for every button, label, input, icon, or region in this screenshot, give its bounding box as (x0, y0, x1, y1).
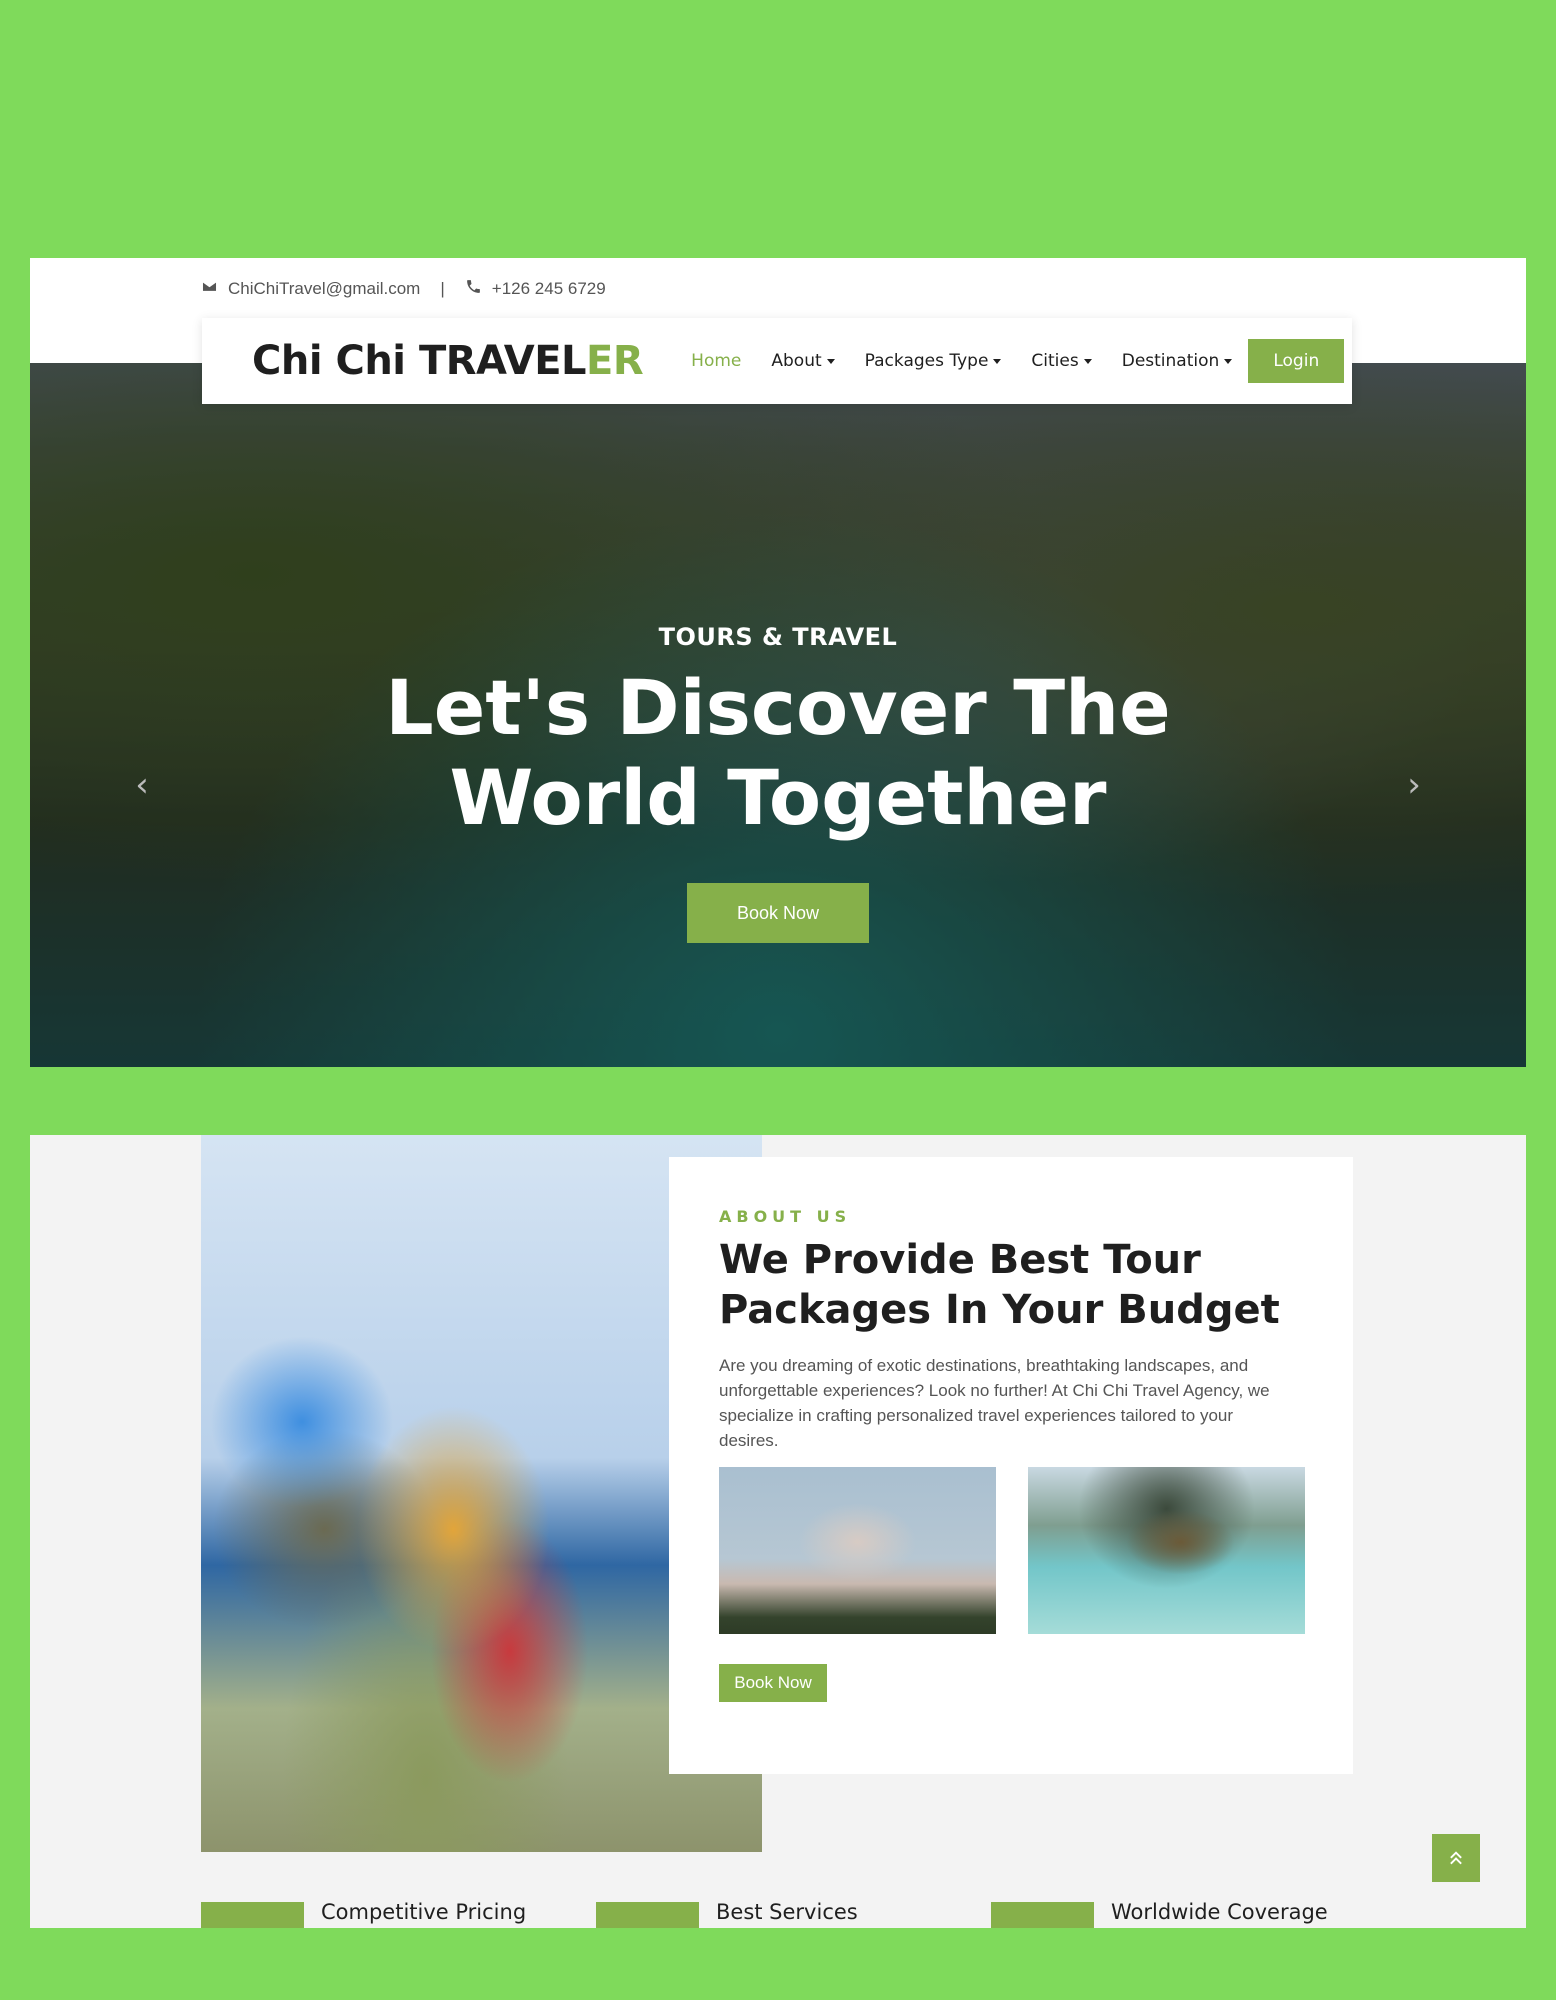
topbar: ChiChiTravel@gmail.com | +126 245 6729 (201, 276, 606, 302)
nav-item-packages-type[interactable]: Packages Type (865, 351, 1002, 371)
nav-item-label: Destination (1121, 351, 1220, 371)
about-card: ABOUT US We Provide Best Tour Packages I… (669, 1157, 1353, 1774)
boat-beach-image (1028, 1467, 1305, 1634)
about-section: ABOUT US We Provide Best Tour Packages I… (30, 1135, 1526, 1928)
about-label: ABOUT US (719, 1207, 852, 1226)
feature-icon-block (991, 1902, 1094, 1928)
feature-label: Competitive Pricing (321, 1900, 527, 1924)
feature-label: Worldwide Coverage (1111, 1900, 1328, 1924)
caret-down-icon (1083, 358, 1092, 364)
nav-menu: Home About Packages Type Cities Destinat… (691, 339, 1345, 383)
nav-item-label: Packages Type (864, 351, 989, 371)
nav-item-home[interactable]: Home (691, 351, 741, 371)
taj-mahal-image (719, 1467, 996, 1634)
feature-icon-block (201, 1902, 304, 1928)
phone-icon (465, 278, 482, 300)
about-book-now-button[interactable]: Book Now (719, 1664, 827, 1702)
hero-title: Let's Discover The World Together (385, 663, 1171, 842)
nav-item-cities[interactable]: Cities (1031, 351, 1092, 371)
caret-down-icon (1224, 358, 1233, 364)
feature-label: Best Services (716, 1900, 858, 1924)
about-text: Are you dreaming of exotic destinations,… (719, 1356, 1270, 1450)
nav-item-about[interactable]: About (771, 351, 835, 371)
nav-item-label: Cities (1031, 351, 1079, 371)
brand-accent: ER (586, 338, 644, 384)
caret-down-icon (993, 358, 1002, 364)
brand-main: Chi Chi TRAVEL (252, 338, 587, 384)
nav-item-label: Home (691, 351, 742, 371)
caret-down-icon (826, 358, 835, 364)
feature-best-services: Best Services (596, 1900, 858, 1928)
nav-item-label: About (771, 351, 822, 371)
topbar-email[interactable]: ChiChiTravel@gmail.com (228, 279, 420, 299)
hero-book-now-button[interactable]: Book Now (687, 883, 869, 943)
navbar: Chi Chi TRAVELER Home About Packages Typ… (202, 318, 1352, 404)
login-button[interactable]: Login (1248, 339, 1345, 383)
topbar-separator: | (440, 279, 445, 298)
brand-logo[interactable]: Chi Chi TRAVELER (252, 338, 644, 384)
hero-content: TOURS & TRAVEL Let's Discover The World … (30, 363, 1526, 1067)
hero-banner: TOURS & TRAVEL Let's Discover The World … (30, 363, 1526, 1067)
chevron-right-icon[interactable]: › (1402, 768, 1426, 802)
chevron-left-icon[interactable]: ‹ (130, 768, 154, 802)
hero-subtitle: TOURS & TRAVEL (658, 623, 898, 651)
feature-icon-block (596, 1902, 699, 1928)
topbar-phone[interactable]: +126 245 6729 (492, 279, 606, 299)
hero-section: ChiChiTravel@gmail.com | +126 245 6729 T… (30, 258, 1526, 1067)
double-chevron-up-icon[interactable] (1432, 1834, 1480, 1882)
envelope-icon (201, 278, 218, 300)
nav-item-destination[interactable]: Destination (1122, 351, 1233, 371)
about-title: We Provide Best Tour Packages In Your Bu… (719, 1237, 1280, 1333)
feature-competitive-pricing: Competitive Pricing (201, 1900, 527, 1928)
feature-worldwide-coverage: Worldwide Coverage (991, 1900, 1328, 1928)
